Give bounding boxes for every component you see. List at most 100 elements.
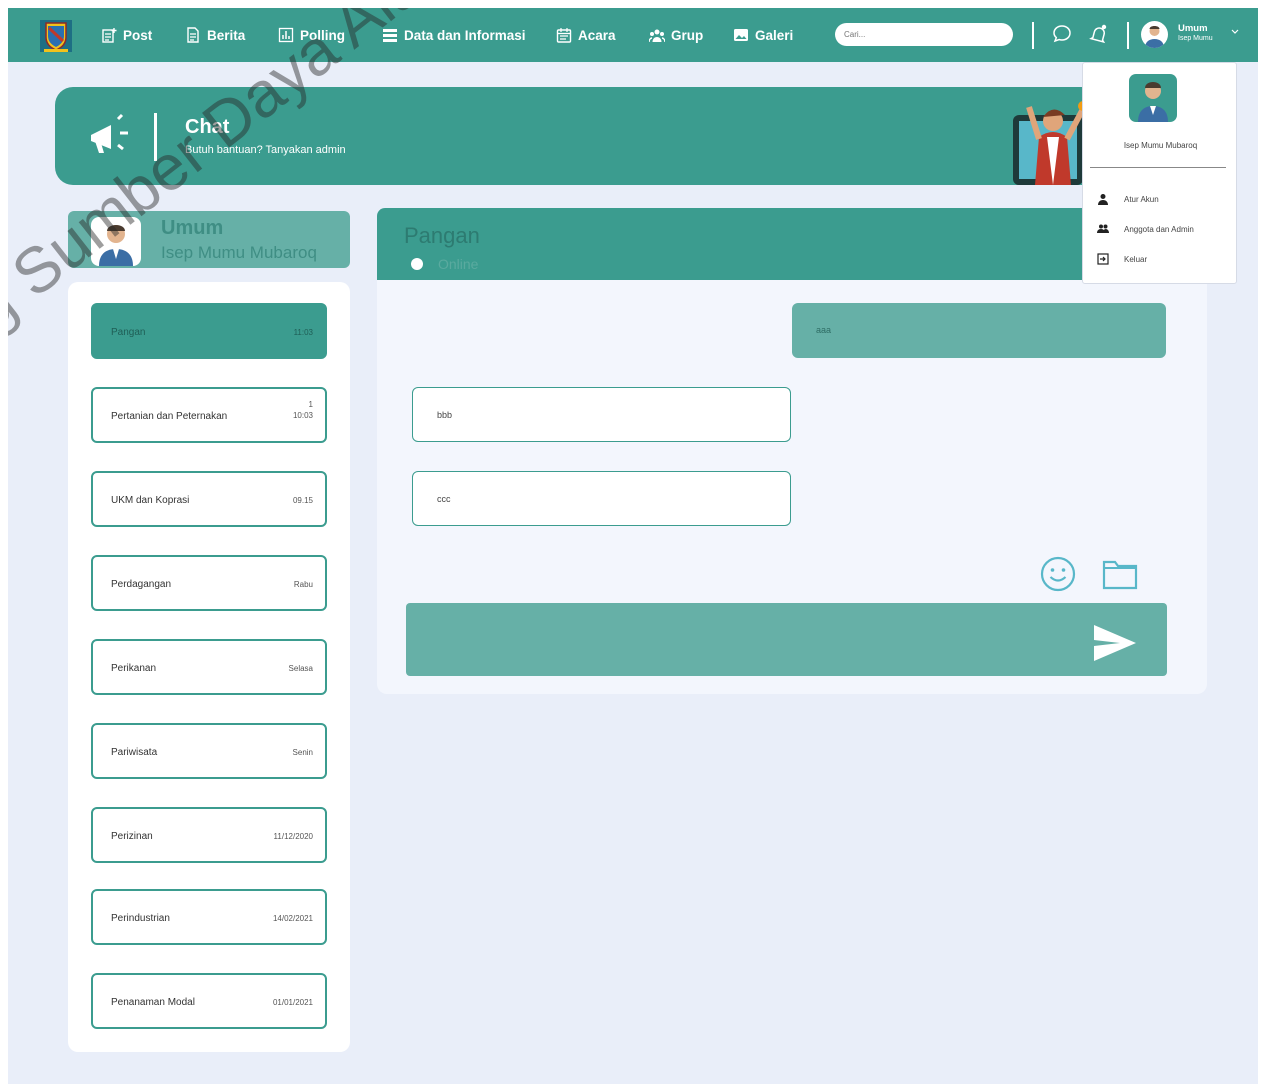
dropdown-divider (1090, 167, 1226, 168)
profile-name: Isep Mumu Mubaroq (161, 243, 317, 262)
users-icon (1097, 224, 1109, 233)
user-icon (1098, 194, 1108, 205)
group-icon (649, 29, 665, 43)
chat-status: Online (438, 256, 479, 272)
chat-list-item-ukm[interactable]: UKM dan Koprasi 09.15 (91, 471, 327, 527)
avatar-person-icon (1145, 26, 1164, 48)
chat-item-name: Pangan (111, 327, 146, 338)
online-status-dot (411, 258, 423, 270)
message-text: bbb (437, 410, 453, 420)
dropdown-avatar (1129, 74, 1177, 122)
banner-divider (154, 113, 157, 161)
notification-bell-icon[interactable] (1088, 23, 1110, 45)
nav-grup-label: Grup (671, 27, 704, 43)
nav-acara-label: Acara (578, 27, 616, 43)
chat-item-time: 09.15 (292, 496, 313, 505)
message-text: aaa (816, 325, 832, 335)
news-icon (187, 27, 199, 43)
megaphone-icon (91, 113, 128, 153)
chat-list-item-perizinan[interactable]: Perizinan 11/12/2020 (91, 807, 327, 863)
user-mini-info[interactable]: Umum Isep Mumu (1178, 24, 1213, 44)
chat-item-name: UKM dan Koprasi (111, 495, 190, 506)
send-icon[interactable] (1092, 623, 1138, 663)
nav-post[interactable]: Post (101, 24, 152, 46)
banner-title: Chat (185, 116, 230, 138)
poll-icon (278, 27, 294, 43)
regency-logo-icon[interactable] (39, 19, 73, 53)
menu-item-label: Atur Akun (1124, 194, 1159, 204)
nav-berita-label: Berita (207, 27, 246, 43)
nav-polling-label: Polling (300, 27, 345, 43)
message-bubble-incoming[interactable]: ccc (412, 471, 791, 526)
chat-header: Pangan Online (377, 208, 1097, 280)
chat-item-time: 01/01/2021 (272, 998, 313, 1007)
message-text: ccc (437, 494, 451, 504)
user-mini-name: Umum (1178, 23, 1208, 34)
user-dropdown-menu: Isep Mumu Mubaroq Atur Akun Anggota dan … (1082, 62, 1237, 284)
nav-galeri[interactable]: Galeri (733, 24, 793, 46)
dropdown-person-icon (1138, 82, 1168, 122)
chat-item-name: Pariwisata (111, 747, 158, 758)
nav-galeri-label: Galeri (755, 27, 794, 43)
chat-list-item-pariwisata[interactable]: Pariwisata Senin (91, 723, 327, 779)
chat-list-item-pangan[interactable]: Pangan 11:03 (91, 303, 327, 359)
dropdown-user-name: Isep Mumu Mubaroq (1123, 141, 1198, 150)
chat-item-time: 14/02/2021 (272, 914, 313, 923)
message-bubble-outgoing[interactable]: aaa (792, 303, 1166, 358)
chat-item-name: Perindustrian (111, 913, 170, 924)
menu-item-anggota-admin[interactable]: Anggota dan Admin (1097, 221, 1194, 237)
menu-item-keluar[interactable]: Keluar (1097, 251, 1147, 267)
top-navbar: Post Berita Polling Data dan Informasi A… (8, 8, 1258, 62)
chat-banner: Chat Butuh bantuan? Tanyakan admin (55, 87, 1111, 185)
gallery-icon (734, 29, 748, 41)
menu-item-atur-akun[interactable]: Atur Akun (1097, 191, 1159, 207)
chat-item-time: Selasa (288, 664, 313, 673)
chat-bubble-icon[interactable] (1051, 23, 1073, 45)
folder-icon[interactable] (1102, 556, 1138, 592)
chat-list-panel: Pangan 11:03 Pertanian dan Peternakan 1 … (68, 282, 350, 1052)
data-icon (383, 29, 397, 42)
chat-item-time: 11:03 (293, 328, 313, 337)
nav-data-informasi[interactable]: Data dan Informasi (382, 24, 526, 46)
nav-acara[interactable]: Acara (556, 24, 616, 46)
user-mini-sub: Isep Mumu (1178, 35, 1213, 42)
nav-divider-2 (1127, 22, 1129, 49)
chat-item-time: 10:03 (292, 411, 313, 420)
chat-item-name: Perizinan (111, 831, 153, 842)
post-icon (102, 28, 117, 43)
search-input[interactable] (835, 23, 1013, 46)
profile-title: Umum (161, 217, 224, 239)
profile-person-icon (99, 225, 133, 266)
chat-list-item-pertanian[interactable]: Pertanian dan Peternakan 1 10:03 (91, 387, 327, 443)
app-frame: Post Berita Polling Data dan Informasi A… (8, 8, 1258, 1084)
message-bubble-incoming[interactable]: bbb (412, 387, 791, 442)
chat-item-name: Perikanan (111, 663, 157, 674)
menu-item-label: Anggota dan Admin (1124, 224, 1194, 234)
message-compose-box[interactable] (406, 603, 1167, 676)
chat-item-name: Pertanian dan Peternakan (111, 411, 228, 422)
profile-avatar (91, 217, 141, 266)
nav-grup[interactable]: Grup (649, 24, 703, 46)
profile-card: Umum Isep Mumu Mubaroq (68, 211, 350, 268)
user-avatar[interactable] (1141, 21, 1168, 48)
emoji-icon[interactable] (1040, 556, 1076, 592)
nav-data-informasi-label: Data dan Informasi (404, 27, 526, 43)
nav-post-label: Post (123, 27, 153, 43)
nav-divider (1032, 22, 1034, 49)
banner-subtitle: Butuh bantuan? Tanyakan admin (185, 144, 346, 156)
chat-item-time: 11/12/2020 (273, 832, 313, 841)
chat-list-item-penanaman-modal[interactable]: Penanaman Modal 01/01/2021 (91, 973, 327, 1029)
chat-list-item-perindustrian[interactable]: Perindustrian 14/02/2021 (91, 889, 327, 945)
nav-polling[interactable]: Polling (278, 24, 345, 46)
chat-item-time: Senin (292, 748, 313, 757)
chat-item-meta: 1 10:03 (293, 399, 313, 421)
nav-berita[interactable]: Berita (185, 24, 245, 46)
chat-item-name: Penanaman Modal (111, 997, 195, 1008)
menu-item-label: Keluar (1124, 254, 1148, 264)
calendar-icon (556, 28, 572, 43)
chat-list-item-perdagangan[interactable]: Perdagangan Rabu (91, 555, 327, 611)
chat-item-time: Rabu (293, 580, 313, 589)
chevron-down-icon[interactable] (1230, 28, 1240, 36)
unread-badge: 1 (308, 400, 313, 409)
chat-list-item-perikanan[interactable]: Perikanan Selasa (91, 639, 327, 695)
